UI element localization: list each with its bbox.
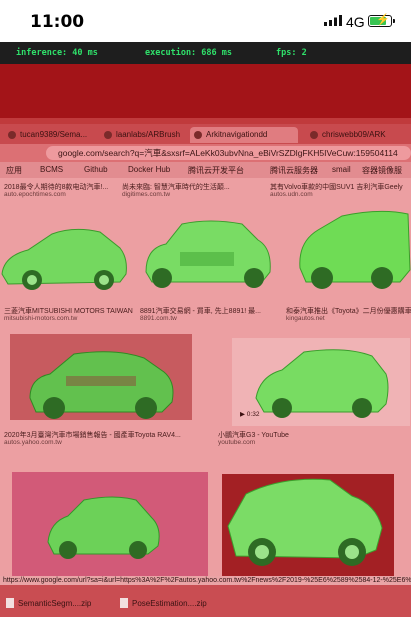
clock: 11:00 — [30, 12, 85, 32]
execution-time: execution: 686 ms — [145, 48, 232, 58]
bookmark-item[interactable]: 容器镜像服 — [362, 165, 402, 176]
result-source: mitsubishi-motors.com.tw — [4, 315, 78, 322]
car-image[interactable] — [44, 488, 164, 568]
bookmark-item[interactable]: Github — [84, 165, 108, 174]
result-source: digitimes.com.tw — [122, 191, 171, 198]
result-source: 8891.com.tw — [140, 315, 177, 322]
inference-time: inference: 40 ms — [16, 48, 98, 58]
browser-tab[interactable]: chriswebb09/ARK — [306, 127, 411, 143]
car-image[interactable] — [254, 346, 390, 426]
download-item[interactable]: PoseEstimation....zip — [120, 598, 207, 608]
car-image[interactable] — [226, 476, 386, 580]
camera-view: tucan9389/Sema... laanlabs/ARBrush Arkit… — [0, 64, 411, 617]
bookmark-item[interactable]: Docker Hub — [128, 165, 170, 174]
result-source: auto.epochtimes.com — [4, 191, 66, 198]
bookmark-item[interactable]: smail — [332, 165, 351, 174]
result-source: autos.yahoo.com.tw — [4, 439, 62, 446]
browser-tab[interactable]: laanlabs/ARBrush — [100, 127, 202, 143]
bookmarks-bar: 应用 BCMS Github Docker Hub 腾讯云开发平台 腾讯云服务器… — [0, 162, 411, 178]
metrics-bar: inference: 40 ms execution: 686 ms fps: … — [0, 42, 411, 64]
network-type: 4G — [346, 14, 365, 30]
downloads-bar: SemanticSegm....zip PoseEstimation....zi… — [0, 580, 411, 617]
car-image[interactable] — [26, 350, 176, 422]
car-image[interactable] — [0, 218, 130, 298]
result-source: autos.udn.com — [270, 191, 313, 198]
car-image[interactable] — [140, 218, 275, 298]
browser-tab-strip: tucan9389/Sema... laanlabs/ARBrush Arkit… — [0, 124, 411, 144]
fps-counter: fps: 2 — [276, 48, 307, 58]
status-bar: 11:00 4G ⚡ — [0, 0, 411, 42]
monitor-frame — [0, 64, 411, 120]
bookmark-item[interactable]: 腾讯云开发平台 — [188, 165, 244, 176]
browser-tab-active[interactable]: Arkitnavigationdd — [190, 127, 298, 143]
browser-tab[interactable]: tucan9389/Sema... — [4, 127, 112, 143]
video-duration-badge: ▶ 0:32 — [240, 411, 260, 418]
zip-file-icon — [6, 598, 14, 608]
image-results-grid: 2018最令人期待的8款电动汽車!... auto.epochtimes.com… — [0, 178, 411, 617]
link-status-url: https://www.google.com/url?sa=i&url=http… — [0, 576, 411, 585]
address-bar: google.com/search?q=汽車&sxsrf=ALeKk03ubvN… — [0, 144, 411, 162]
car-image[interactable] — [296, 208, 411, 298]
result-source: youtube.com — [218, 439, 256, 446]
zip-file-icon — [120, 598, 128, 608]
bookmark-item[interactable]: 腾讯云服务器 — [270, 165, 318, 176]
bookmark-item[interactable]: BCMS — [40, 165, 63, 174]
cellular-signal-icon — [324, 15, 342, 26]
url-field[interactable]: google.com/search?q=汽車&sxsrf=ALeKk03ubvN… — [46, 146, 411, 160]
result-source: kingautos.net — [286, 315, 325, 322]
download-item[interactable]: SemanticSegm....zip — [6, 598, 91, 608]
bookmark-item[interactable]: 应用 — [6, 165, 22, 176]
battery-charging-icon: ⚡ — [368, 14, 395, 27]
